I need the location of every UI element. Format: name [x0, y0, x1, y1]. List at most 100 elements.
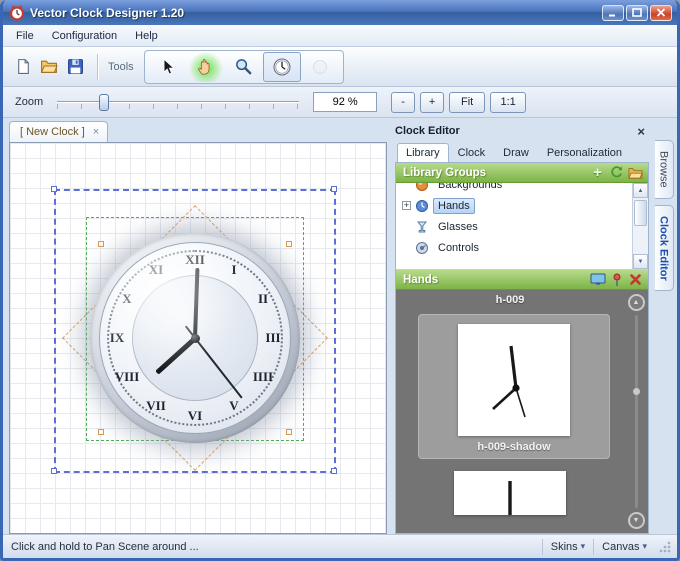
tab-draw[interactable]: Draw [494, 143, 538, 162]
scroll-down-icon[interactable]: ▼ [633, 254, 648, 269]
status-bar: Click and hold to Pan Scene around ... S… [3, 534, 677, 558]
status-message: Click and hold to Pan Scene around ... [11, 540, 199, 553]
selection-handle[interactable] [331, 468, 337, 474]
selection-handle[interactable] [51, 186, 57, 192]
tab-library[interactable]: Library [397, 143, 449, 162]
toolbar-separator [97, 53, 98, 80]
tab-clock[interactable]: Clock [449, 143, 495, 162]
pan-tool-button[interactable] [186, 51, 225, 82]
clock-editor-panel: Clock Editor × Library Clock Draw Person… [389, 118, 651, 534]
pin-icon[interactable] [608, 272, 625, 288]
panel-close-icon[interactable]: × [633, 125, 649, 138]
skins-menu-button[interactable]: Skins ▾ [541, 538, 593, 555]
clock-tool-button[interactable] [262, 51, 301, 82]
save-button[interactable] [63, 55, 87, 79]
scroll-up-icon[interactable]: ▲ [627, 294, 645, 311]
zoom-slider[interactable] [57, 93, 300, 111]
delete-icon[interactable] [627, 272, 644, 288]
resize-grip[interactable] [659, 540, 671, 553]
canvas-menu-button[interactable]: Canvas ▾ [593, 538, 655, 555]
app-clock-icon [9, 4, 25, 21]
window-title: Vector Clock Designer 1.20 [30, 5, 185, 20]
zoom-slider-track[interactable] [57, 101, 300, 103]
clock-numeral: V [229, 398, 239, 413]
hand-item-label[interactable]: h-009 [396, 290, 624, 306]
clock-numeral: III [265, 330, 281, 345]
tree-item-glasses[interactable]: Glasses [396, 216, 632, 237]
open-library-folder-icon[interactable] [627, 165, 644, 181]
tree-item-label: Hands [433, 197, 475, 214]
tools-label: Tools [108, 60, 134, 73]
main-toolbar: Tools [3, 47, 677, 87]
clock-numeral: IIII [252, 369, 274, 384]
add-group-icon[interactable]: + [589, 165, 606, 181]
zoom-fit-button[interactable]: Fit [449, 91, 486, 113]
open-button[interactable] [37, 55, 61, 79]
zoom-slider-ticks [57, 104, 300, 109]
hand-thumbnail[interactable] [458, 324, 570, 436]
glasses-icon [416, 221, 428, 232]
clock-center-hub [190, 333, 200, 343]
tree-scrollbar[interactable]: ▲ ▼ [632, 183, 648, 269]
expander-icon[interactable]: + [402, 201, 411, 210]
menu-configuration[interactable]: Configuration [43, 27, 126, 45]
pan-hand-icon [198, 59, 210, 75]
tab-personalization[interactable]: Personalization [538, 143, 631, 162]
main-area: [ New Clock ] × XII I II III IIII V VI V… [3, 118, 677, 534]
hand-preview-drawing [492, 345, 526, 418]
new-document-button[interactable] [11, 55, 35, 79]
app-window: Vector Clock Designer 1.20 File Configur… [0, 0, 680, 561]
hand-preview-drawing [508, 481, 512, 515]
side-tab-browse[interactable]: Browse [654, 140, 674, 199]
selection-handle[interactable] [51, 468, 57, 474]
clock-numeral: VI [187, 408, 203, 423]
design-canvas[interactable]: XII I II III IIII V VI VII VIII IX X XI [9, 142, 387, 534]
hand-item-selected[interactable]: h-009-shadow [418, 314, 610, 459]
scroll-up-icon[interactable]: ▲ [633, 183, 648, 198]
clock-numeral: VII [146, 398, 166, 413]
clock-numeral: XII [185, 252, 205, 267]
clock-numeral: XI [148, 262, 164, 277]
clock-object[interactable]: XII I II III IIII V VI VII VIII IX X XI [90, 233, 300, 443]
clock-numeral: VIII [114, 369, 140, 384]
controls-icon [416, 241, 428, 254]
menu-file[interactable]: File [7, 27, 43, 45]
zoom-in-button[interactable]: + [420, 91, 445, 113]
document-tab-close-icon[interactable]: × [93, 126, 99, 138]
title-bar: Vector Clock Designer 1.20 [3, 0, 677, 25]
clock-editor-title: Clock Editor [395, 125, 460, 137]
hands-section-header: Hands [396, 270, 648, 290]
maximize-button[interactable] [626, 4, 648, 21]
clock-numeral: II [257, 291, 269, 306]
zoom-out-button[interactable]: - [391, 91, 416, 113]
hands-list-scrollbar[interactable]: ▲ ▼ [626, 294, 646, 529]
menu-help[interactable]: Help [126, 27, 167, 45]
library-groups-title: Library Groups [403, 166, 487, 179]
select-tool-button[interactable] [149, 52, 187, 82]
tree-item-controls[interactable]: Controls [396, 237, 632, 258]
document-tab[interactable]: [ New Clock ] × [9, 121, 109, 142]
hand-thumbnail-partial[interactable] [454, 471, 566, 515]
side-tab-clock-editor[interactable]: Clock Editor [654, 204, 674, 292]
tree-item-hands[interactable]: + Hands [396, 195, 632, 216]
refresh-icon[interactable] [608, 165, 625, 181]
tree-scroll-thumb[interactable] [634, 200, 647, 226]
skins-label: Skins [550, 540, 578, 553]
zoom-slider-handle[interactable] [99, 94, 110, 111]
preview-monitor-icon[interactable] [589, 272, 606, 288]
zoom-value-field[interactable] [313, 92, 378, 112]
scroll-down-icon[interactable]: ▼ [627, 512, 645, 529]
zoom-tool-button[interactable] [225, 52, 263, 82]
library-groups-header: Library Groups + [396, 163, 648, 183]
hands-scroll-thumb[interactable] [632, 388, 640, 396]
zoom-one-to-one-button[interactable]: 1:1 [490, 91, 527, 113]
dock-tab-strip: Browse Clock Editor [651, 118, 677, 534]
tree-item-backgrounds[interactable]: Backgrounds [396, 183, 632, 195]
clock-tool-icon [273, 58, 291, 75]
minimize-button[interactable] [602, 4, 624, 21]
close-button[interactable] [650, 4, 672, 21]
disabled-tool-icon [312, 59, 327, 74]
clock-numeral: IX [109, 330, 125, 345]
selection-handle[interactable] [331, 186, 337, 192]
zoom-label: Zoom [15, 96, 44, 108]
